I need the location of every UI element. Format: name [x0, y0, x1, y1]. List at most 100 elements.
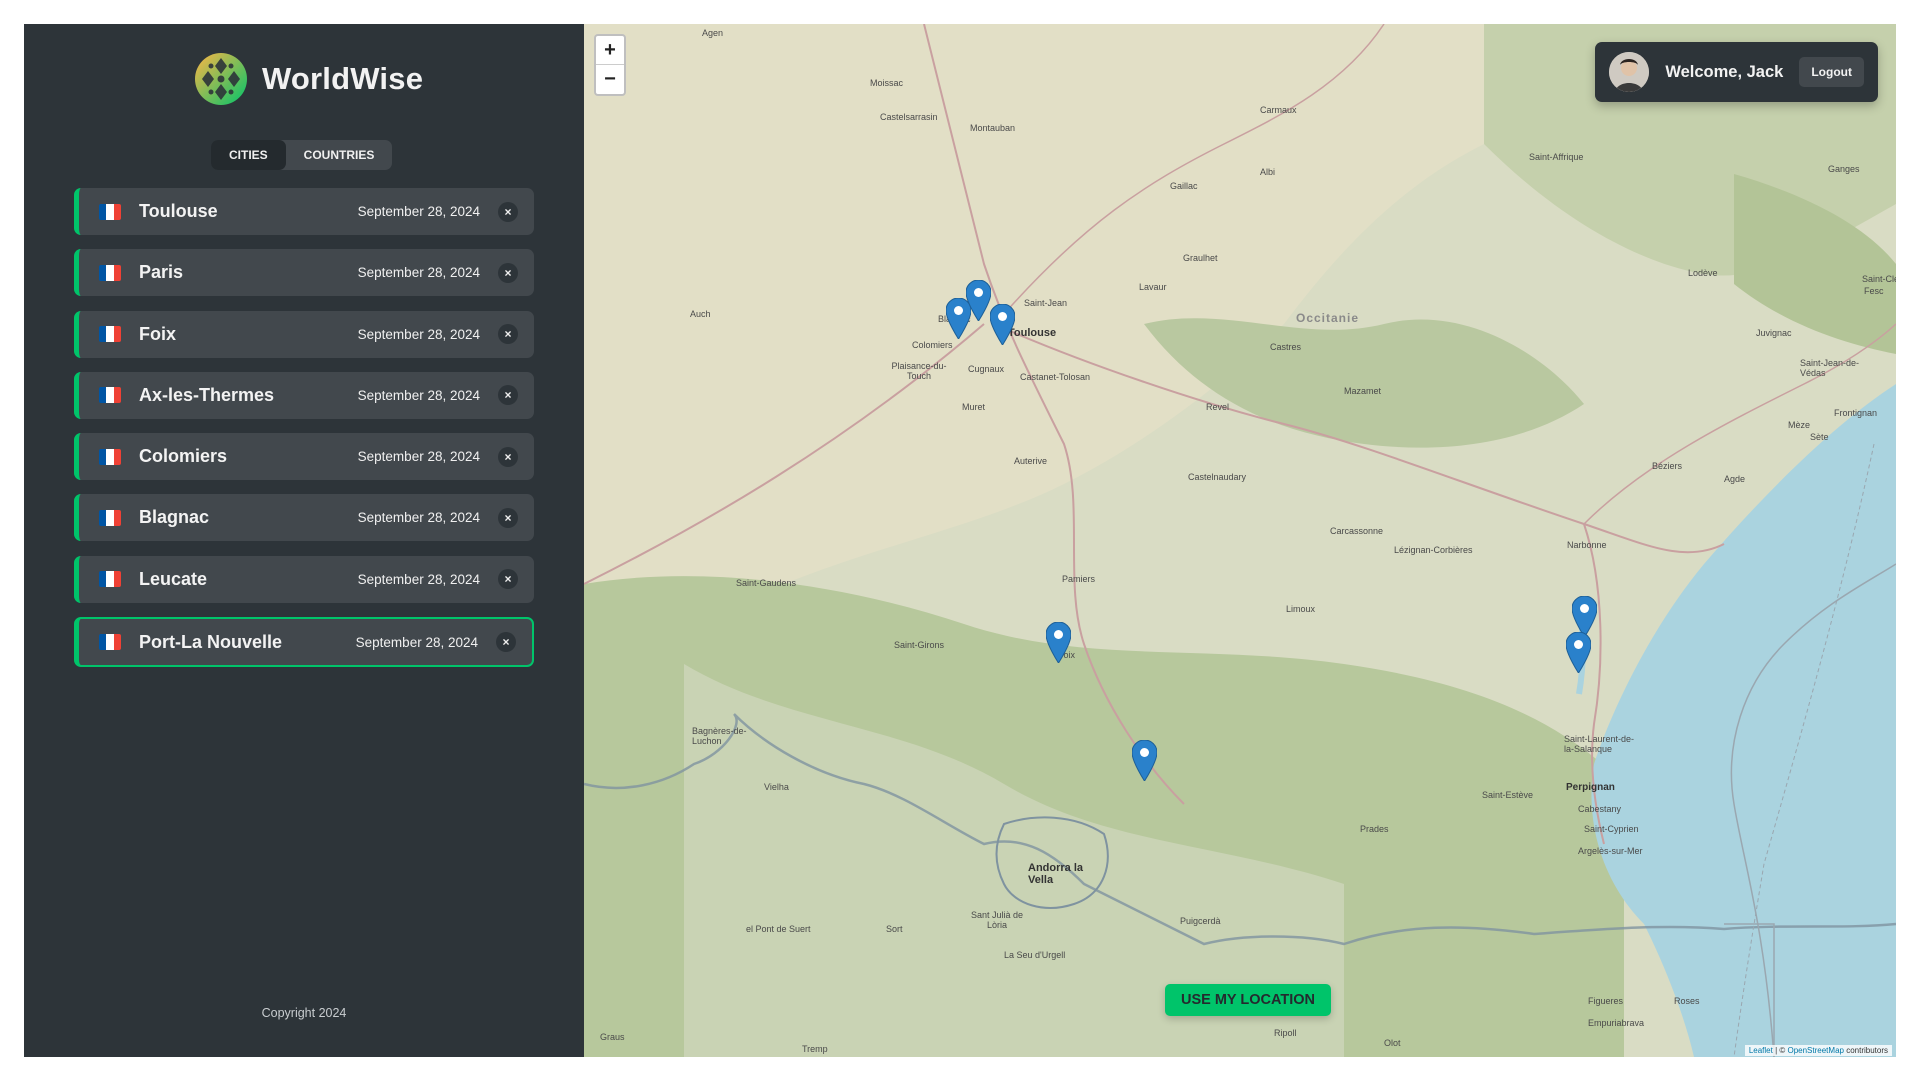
map-label: Castanet-Tolosan — [1020, 372, 1091, 382]
map-label: Saint-Estève — [1482, 790, 1534, 800]
map-label: Occitanie — [1296, 311, 1360, 325]
city-name: Blagnac — [139, 507, 210, 528]
map-marker-icon[interactable] — [1566, 632, 1591, 673]
city-name: Paris — [139, 262, 184, 283]
tab-countries[interactable]: Countries — [286, 140, 393, 170]
tab-cities[interactable]: Cities — [211, 140, 286, 170]
map-label: Limoux — [1286, 604, 1316, 614]
map-label: Saint-Gaudens — [736, 578, 797, 588]
city-item-active[interactable]: Port-La Nouvelle September 28, 2024 × — [74, 617, 534, 668]
france-flag-icon — [99, 203, 121, 220]
map-marker-icon[interactable] — [1046, 622, 1071, 663]
attribution-tail: contributors — [1843, 1046, 1888, 1055]
city-item[interactable]: Blagnac September 28, 2024 × — [74, 494, 534, 542]
city-item[interactable]: Toulouse September 28, 2024 × — [74, 188, 534, 235]
map-label: Perpignan — [1566, 782, 1615, 793]
france-flag-icon — [99, 571, 121, 588]
map-label: Colomiers — [912, 340, 953, 350]
zoom-out-button[interactable]: − — [596, 65, 624, 94]
map-label: La Seu d'Urgell — [1004, 950, 1066, 960]
map-label: Empuriabrava — [1588, 1018, 1645, 1028]
delete-city-button[interactable]: × — [498, 569, 518, 590]
map-marker-icon[interactable] — [1572, 596, 1597, 637]
map-label: Andorra la Vella — [1028, 862, 1084, 886]
map-label: Lézignan-Corbières — [1394, 545, 1473, 555]
map-marker-icon[interactable] — [1132, 740, 1157, 781]
map-marker-icon[interactable] — [966, 280, 991, 321]
city-item[interactable]: Ax-les-Thermes September 28, 2024 × — [74, 371, 534, 419]
map-container[interactable]: Agen Moissac Castelsarrasin Montauban Ca… — [584, 24, 1896, 1057]
delete-city-button[interactable]: × — [498, 507, 518, 528]
france-flag-icon — [99, 448, 121, 465]
map-label: Narbonne — [1567, 540, 1607, 550]
france-flag-icon — [99, 326, 121, 343]
city-item[interactable]: Leucate September 28, 2024 × — [74, 555, 534, 603]
map-label: el Pont de Suert — [746, 924, 811, 934]
attribution-separator: | © — [1772, 1046, 1788, 1055]
osm-link[interactable]: OpenStreetMap — [1787, 1046, 1843, 1055]
city-date: September 28, 2024 — [355, 634, 478, 650]
avatar — [1609, 52, 1650, 92]
delete-city-button[interactable]: × — [498, 324, 518, 345]
map-marker-icon[interactable] — [990, 304, 1015, 345]
map-label: Mazamet — [1344, 386, 1382, 396]
map-label: Sète — [1810, 432, 1829, 442]
map-label: Fesc — [1864, 286, 1884, 296]
map-label: Cabestany — [1578, 804, 1622, 814]
france-flag-icon — [99, 509, 121, 526]
map-label: Lodève — [1688, 268, 1718, 278]
city-item[interactable]: Colomiers September 28, 2024 × — [74, 433, 534, 481]
map-label: Castres — [1270, 342, 1302, 352]
city-date: September 28, 2024 — [357, 449, 480, 465]
map-label: Muret — [962, 402, 986, 412]
map-label: Tremp — [802, 1044, 828, 1054]
map-label: Cugnaux — [968, 364, 1005, 374]
map-label: Saint-Affrique — [1529, 152, 1584, 162]
map-label: Juvignac — [1756, 328, 1792, 338]
zoom-control: + − — [594, 34, 626, 96]
zoom-in-button[interactable]: + — [596, 36, 624, 65]
map-label: Frontignan — [1834, 408, 1878, 418]
city-name: Leucate — [139, 568, 208, 589]
map-label: Mèze — [1788, 420, 1811, 430]
logo[interactable]: WorldWise — [194, 52, 423, 106]
map-label: Graus — [600, 1032, 625, 1042]
city-date: September 28, 2024 — [357, 510, 480, 526]
map-label: Auterive — [1014, 456, 1048, 466]
map-label: Agen — [702, 28, 724, 38]
city-item[interactable]: Foix September 28, 2024 × — [74, 310, 534, 358]
delete-city-button[interactable]: × — [498, 385, 518, 406]
map-label: Agde — [1724, 474, 1746, 484]
map-label: Saint-Girons — [894, 640, 945, 650]
map-label: Plaisance-du-Touch — [891, 361, 947, 381]
delete-city-button[interactable]: × — [496, 632, 516, 653]
delete-city-button[interactable]: × — [498, 262, 518, 283]
city-date: September 28, 2024 — [357, 204, 480, 219]
delete-city-button[interactable]: × — [498, 446, 518, 467]
map-label: Bagnères-de-Luchon — [692, 726, 747, 746]
city-name: Foix — [139, 323, 177, 344]
app-name: WorldWise — [262, 61, 424, 96]
city-name: Toulouse — [139, 201, 218, 221]
map-label: Moissac — [870, 78, 904, 88]
city-date: September 28, 2024 — [357, 326, 480, 342]
map-label: Saint-Laurent-de-la-Salanque — [1564, 734, 1635, 754]
use-my-location-button[interactable]: Use my location — [1165, 984, 1331, 1016]
map-label: Saint-Jean — [1024, 298, 1068, 308]
france-flag-icon — [99, 264, 121, 281]
copyright: Copyright 2024 — [261, 1006, 347, 1020]
map-label: Figueres — [1588, 996, 1624, 1006]
leaflet-link[interactable]: Leaflet — [1749, 1046, 1773, 1055]
map-label: Argelès-sur-Mer — [1578, 846, 1643, 856]
map-label: Ganges — [1828, 164, 1860, 174]
globe-logo-icon — [195, 53, 247, 105]
map-label: Lavaur — [1139, 282, 1167, 292]
map-label: Puigcerdà — [1180, 916, 1221, 926]
logout-button[interactable]: Logout — [1799, 57, 1864, 87]
delete-city-button[interactable]: × — [498, 201, 518, 222]
city-name: Port-La Nouvelle — [139, 631, 283, 652]
app-root: WorldWise Cities Countries Toulouse Sept… — [24, 24, 1896, 1057]
city-item[interactable]: Paris September 28, 2024 × — [74, 249, 534, 297]
map-label: Auch — [690, 309, 711, 319]
map-tiles — [584, 24, 1896, 1057]
